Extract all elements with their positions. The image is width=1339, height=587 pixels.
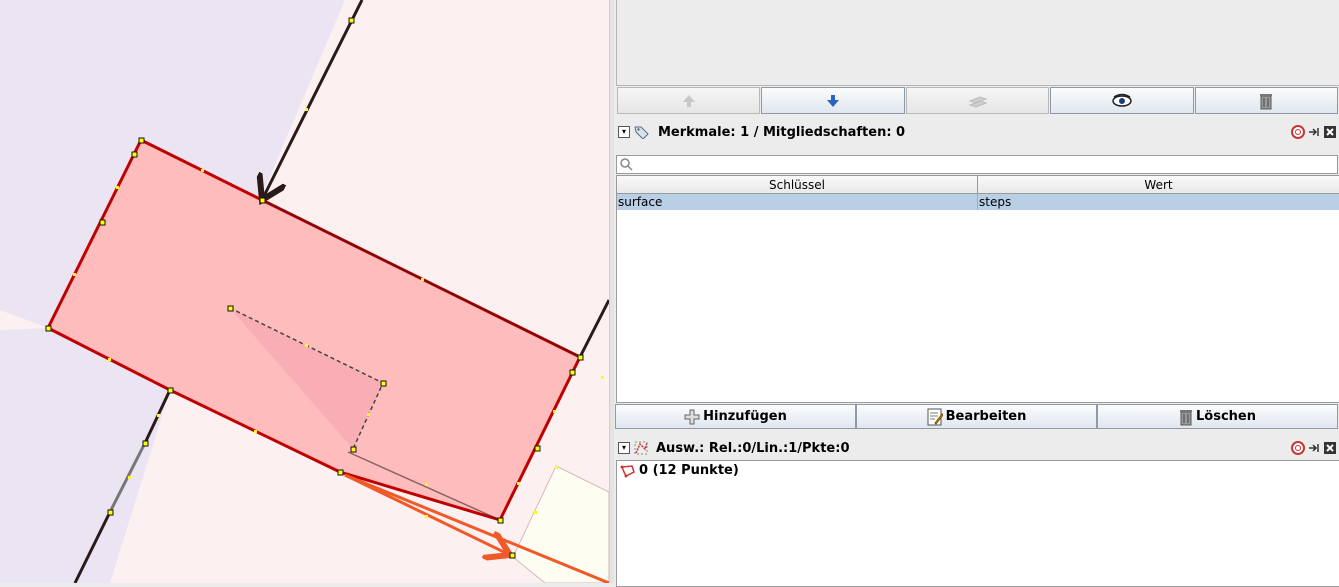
layers-icon <box>968 95 987 108</box>
delete-button[interactable] <box>1194 87 1339 114</box>
trash-icon <box>1260 93 1273 109</box>
delete-tag-label: Löschen <box>1196 409 1256 424</box>
selection-item-label: 0 (12 Punkte) <box>639 463 739 478</box>
add-tag-label: Hinzufügen <box>703 409 787 424</box>
close-icon[interactable] <box>1323 125 1337 139</box>
map-view[interactable] <box>0 0 609 583</box>
help-icon[interactable] <box>1291 125 1305 139</box>
selection-icon <box>634 441 648 455</box>
move-down-icon <box>827 94 840 107</box>
trash-icon <box>1179 408 1193 426</box>
column-header-value[interactable]: Wert <box>978 176 1339 194</box>
eye-icon <box>1112 93 1132 107</box>
tags-panel-title: Merkmale: 1 / Mitgliedschaften: 0 <box>658 124 906 140</box>
list-item[interactable]: 0 (12 Punkte) <box>620 463 739 478</box>
detach-icon[interactable] <box>1307 441 1321 455</box>
nearby-area <box>512 465 609 583</box>
collapse-icon[interactable]: ▾ <box>618 442 630 454</box>
column-header-key[interactable]: Schlüssel <box>617 176 978 194</box>
map-canvas[interactable] <box>0 0 609 583</box>
tag-search-input[interactable] <box>616 155 1338 174</box>
panel-toolbar <box>617 87 1339 114</box>
add-tag-button[interactable]: Hinzufügen <box>615 404 856 429</box>
edit-icon <box>927 408 943 426</box>
side-panel: ▾ Merkmale: 1 / Mitgliedschaften: 0 Schl… <box>614 0 1339 587</box>
tag-key-cell[interactable]: surface <box>617 194 978 210</box>
collapse-icon[interactable]: ▾ <box>618 126 630 138</box>
delete-tag-button[interactable]: Löschen <box>1097 404 1338 429</box>
layers-button[interactable] <box>905 87 1050 114</box>
selection-list[interactable]: 0 (12 Punkte) <box>616 460 1339 587</box>
close-icon[interactable] <box>1323 441 1337 455</box>
help-icon[interactable] <box>1291 441 1305 455</box>
move-up-icon <box>682 94 695 107</box>
relation-list-area <box>616 0 1339 86</box>
search-icon <box>620 158 633 171</box>
selection-panel-title: Ausw.: Rel.:0/Lin.:1/Pkte:0 <box>656 440 850 456</box>
show-button[interactable] <box>1050 87 1194 114</box>
selection-panel-header: ▾ Ausw.: Rel.:0/Lin.:1/Pkte:0 <box>616 438 1339 458</box>
tags-panel-header: ▾ Merkmale: 1 / Mitgliedschaften: 0 <box>616 122 1339 142</box>
tag-value-cell[interactable]: steps <box>978 194 1338 210</box>
move-down-button[interactable] <box>761 87 905 114</box>
move-up-button[interactable] <box>617 87 761 114</box>
edit-tag-button[interactable]: Bearbeiten <box>856 404 1097 429</box>
tags-table[interactable]: Schlüssel Wert surface steps <box>616 175 1339 403</box>
table-row[interactable]: surface steps <box>617 194 1339 210</box>
detach-icon[interactable] <box>1307 125 1321 139</box>
tag-icon <box>634 125 650 139</box>
edit-tag-label: Bearbeiten <box>945 409 1027 424</box>
plus-icon <box>684 409 700 425</box>
way-icon <box>620 464 635 477</box>
